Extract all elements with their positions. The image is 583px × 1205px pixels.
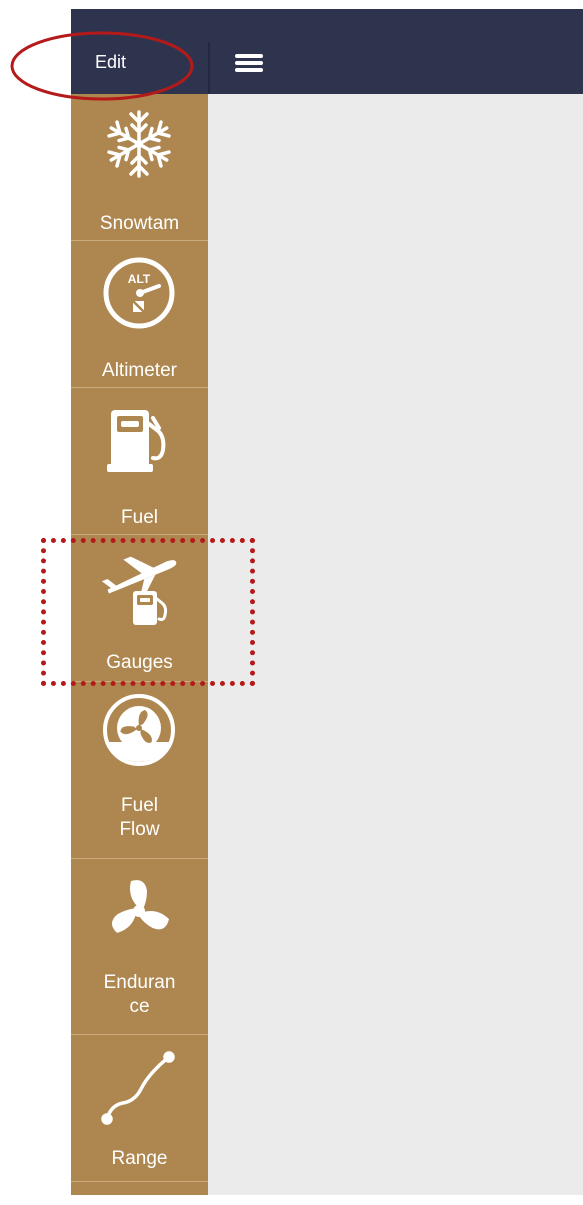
sidebar-item-label: Snowtam — [99, 213, 180, 234]
sidebar-item-snowtam[interactable]: Snowtam — [71, 94, 208, 241]
range-graph-icon — [99, 1047, 179, 1127]
top-nav-bar: Edit — [71, 9, 583, 94]
edit-label: Edit — [95, 52, 127, 72]
sidebar-item-altimeter[interactable]: ALT Altimeter — [71, 241, 208, 388]
sidebar-item-label: Gauges — [106, 652, 173, 673]
fuel-pump-icon — [99, 402, 179, 482]
sidebar-item-label: Range — [111, 1148, 168, 1169]
edit-button[interactable]: Edit — [71, 9, 208, 94]
sidebar-item-gauges[interactable]: Gauges — [71, 535, 208, 682]
snowflake-icon — [99, 108, 179, 188]
sidebar-item-label: Fuel — [121, 507, 158, 528]
plane-fuel-icon — [99, 547, 179, 627]
sidebar-item-range[interactable]: Range — [71, 1035, 208, 1182]
sidebar-item-label: Altimeter — [102, 360, 177, 381]
hamburger-menu-icon[interactable] — [231, 49, 271, 79]
sidebar-item-endurance[interactable]: Enduran ce — [71, 859, 208, 1035]
fan-gauge-icon — [99, 690, 179, 770]
nav-divider — [208, 42, 210, 94]
app-screen: Edit Snowtam ALT Altimeter Fuel Gauges F… — [71, 9, 583, 1195]
altimeter-icon: ALT — [99, 253, 179, 333]
tool-sidebar: Snowtam ALT Altimeter Fuel Gauges Fuel F… — [71, 94, 208, 1195]
propeller-icon — [99, 871, 179, 951]
svg-text:ALT: ALT — [128, 272, 151, 286]
sidebar-item-fuel[interactable]: Fuel — [71, 388, 208, 535]
sidebar-item-fuel-flow[interactable]: Fuel Flow — [71, 682, 208, 859]
sidebar-item-label: Fuel Flow — [119, 795, 160, 840]
sidebar-item-label: Enduran ce — [103, 972, 176, 1017]
